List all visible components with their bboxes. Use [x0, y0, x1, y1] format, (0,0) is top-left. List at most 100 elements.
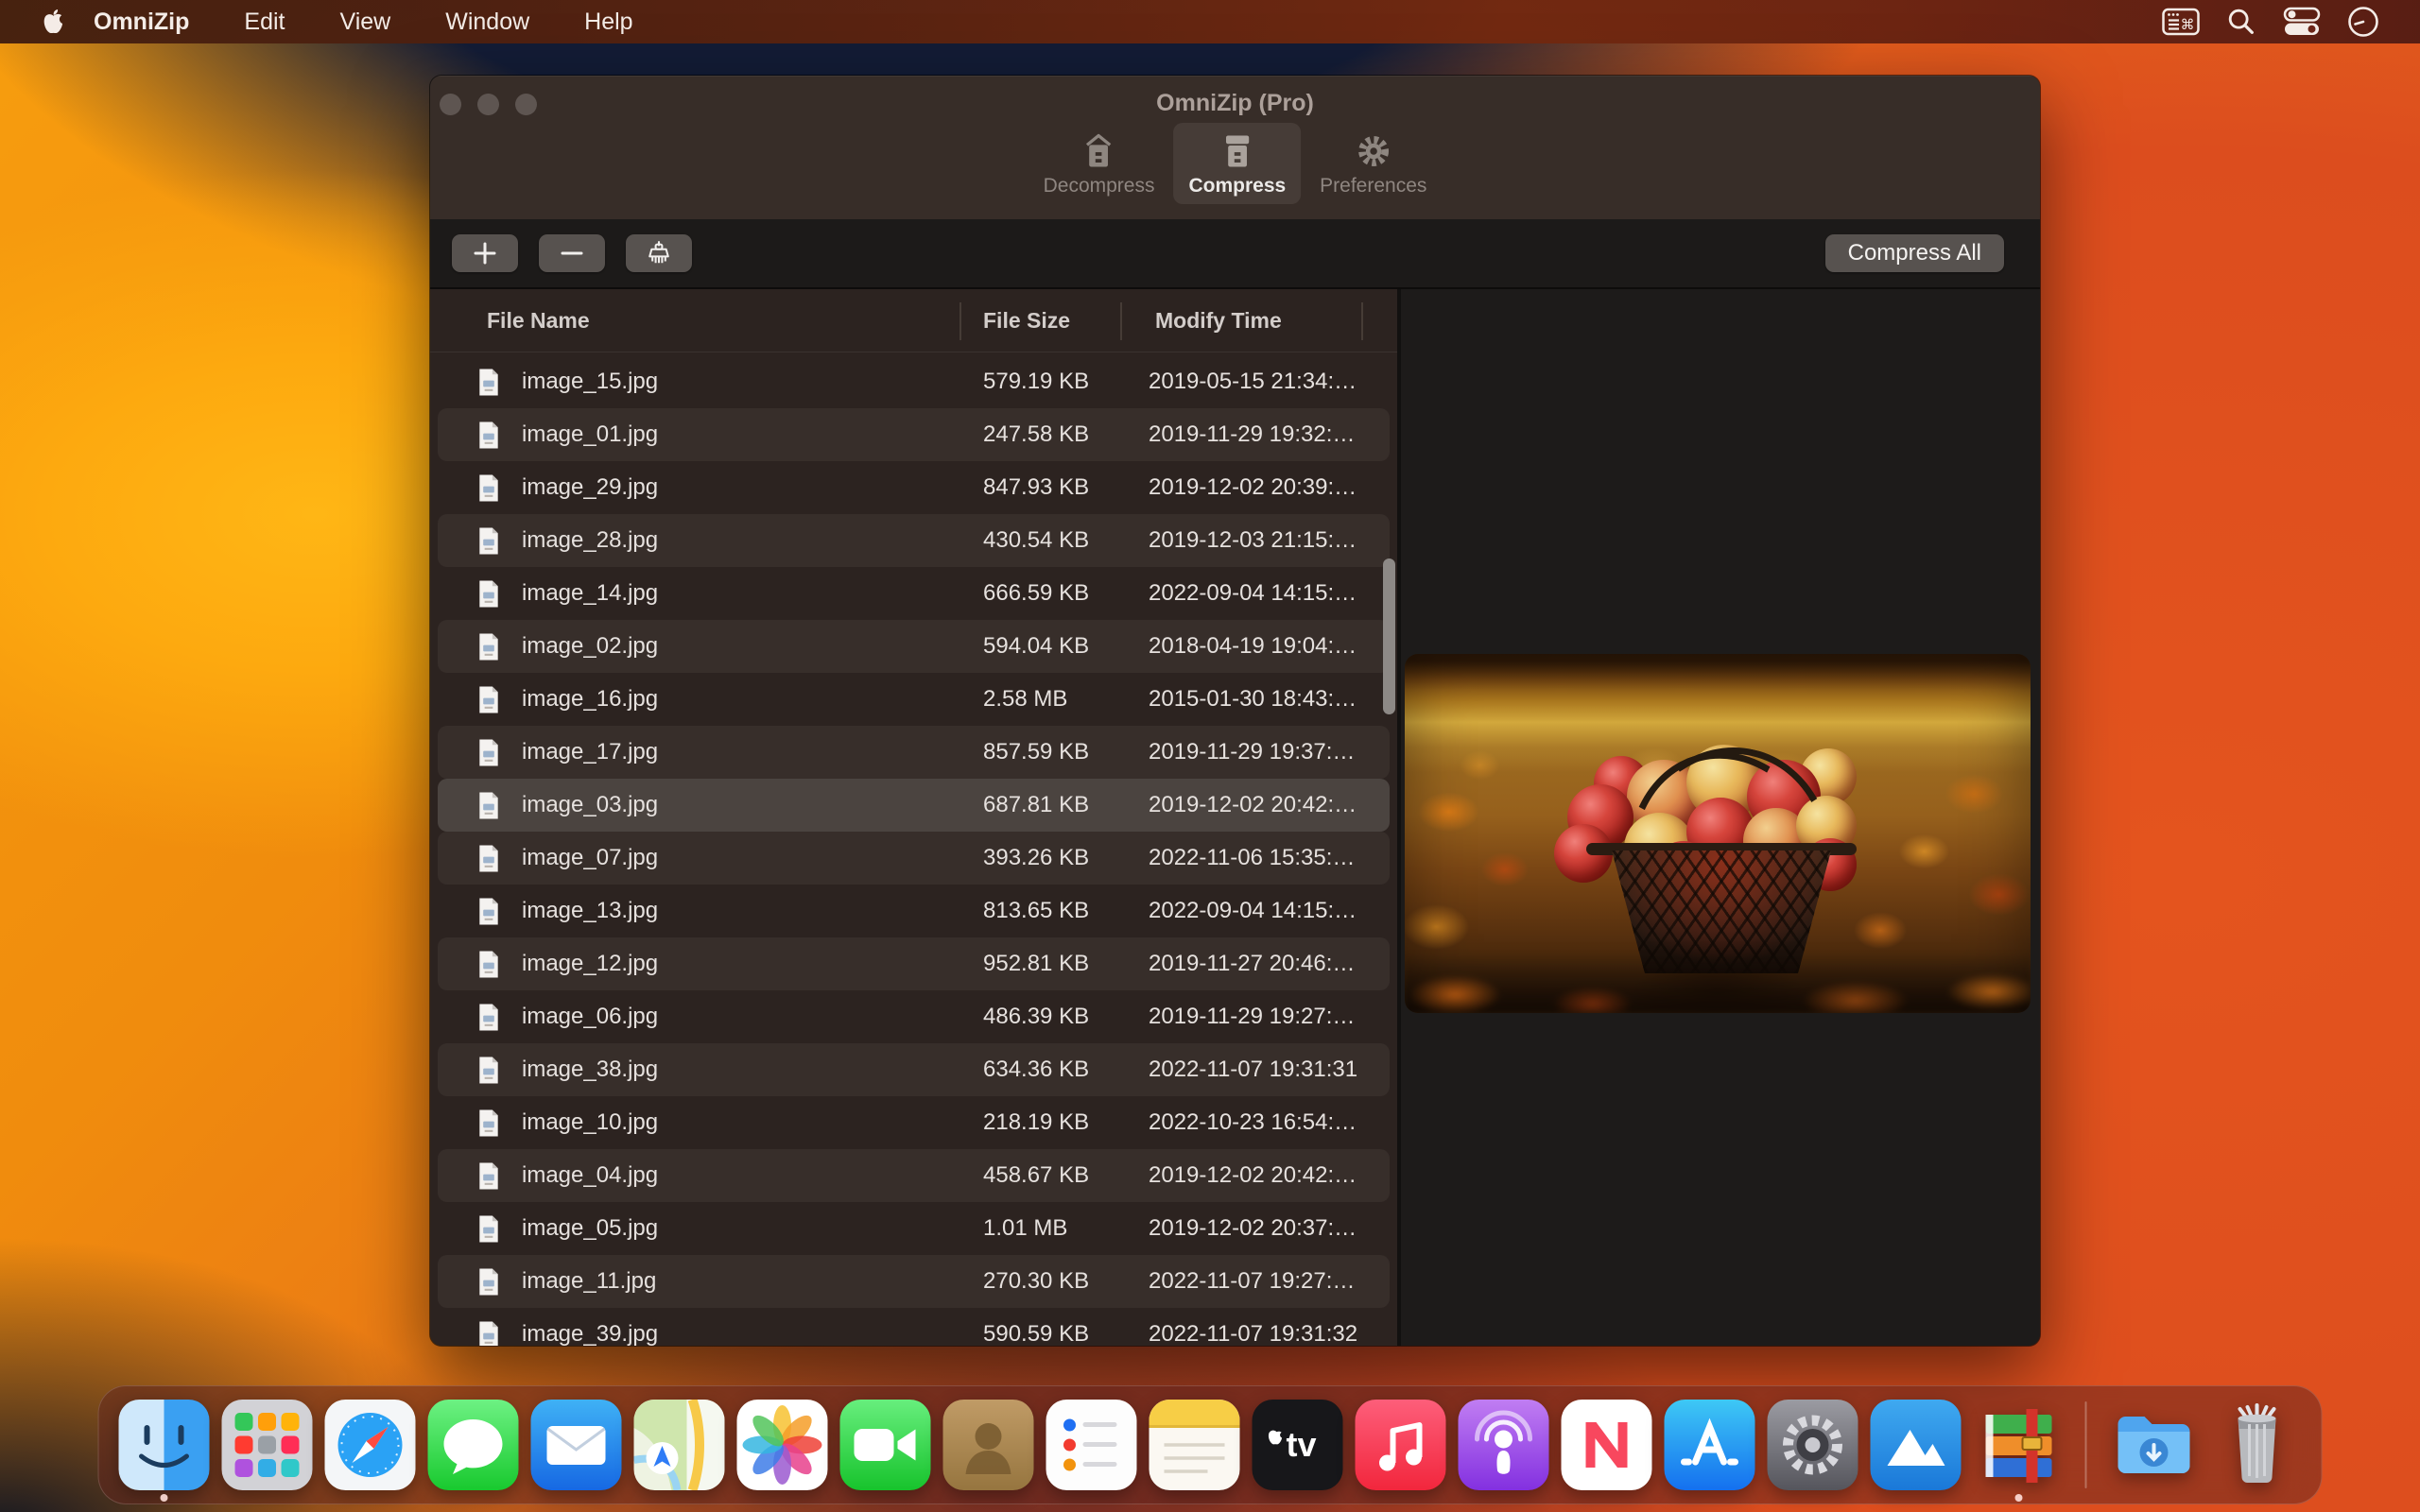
svg-text:tv: tv — [1286, 1425, 1316, 1464]
file-mtime: 2015-01-30 18:43:… — [1149, 673, 1357, 726]
apple-menu-icon[interactable] — [42, 9, 65, 36]
file-mtime: 2022-10-23 16:54:… — [1149, 1096, 1357, 1149]
column-divider[interactable] — [1120, 302, 1122, 340]
control-center-icon[interactable] — [2283, 7, 2321, 37]
menu-item-window[interactable]: Window — [445, 9, 529, 36]
running-indicator — [160, 1494, 167, 1502]
file-mtime: 2019-11-27 20:46:… — [1149, 937, 1355, 990]
dock-downloads-folder-icon[interactable] — [2108, 1400, 2199, 1490]
file-row[interactable]: image_01.jpg247.58 KB2019-11-29 19:32:… — [438, 408, 1390, 461]
file-row[interactable]: image_02.jpg594.04 KB2018-04-19 19:04:… — [438, 620, 1390, 673]
input-source-icon[interactable]: ⌘ — [2162, 8, 2200, 36]
file-size: 458.67 KB — [983, 1149, 1089, 1202]
file-name: image_16.jpg — [522, 673, 658, 726]
tab-preferences[interactable]: Preferences — [1305, 123, 1442, 204]
dock-mail-icon[interactable] — [530, 1400, 621, 1490]
dock-safari-icon[interactable] — [324, 1400, 415, 1490]
file-name: image_07.jpg — [522, 832, 658, 885]
file-mtime: 2019-12-02 20:42:… — [1149, 1149, 1357, 1202]
file-size: 594.04 KB — [983, 620, 1089, 673]
file-row[interactable]: image_03.jpg687.81 KB2019-12-02 20:42:… — [438, 779, 1390, 832]
file-row[interactable]: image_38.jpg634.36 KB2022-11-07 19:31:31 — [438, 1043, 1390, 1096]
file-row[interactable]: image_04.jpg458.67 KB2019-12-02 20:42:… — [438, 1149, 1390, 1202]
file-size: 1.01 MB — [983, 1202, 1067, 1255]
dock-facetime-icon[interactable] — [839, 1400, 930, 1490]
menu-app-name[interactable]: OmniZip — [94, 9, 189, 36]
file-table: File Name File Size Modify Time image_15… — [430, 289, 1397, 1346]
column-file-size[interactable]: File Size — [983, 308, 1070, 334]
file-name: image_14.jpg — [522, 567, 658, 620]
file-row[interactable]: image_10.jpg218.19 KB2022-10-23 16:54:… — [438, 1096, 1390, 1149]
dock-mountains-app-icon[interactable] — [1870, 1400, 1961, 1490]
dock-photos-icon[interactable] — [736, 1400, 827, 1490]
jpeg-file-icon — [476, 950, 501, 979]
file-row[interactable]: image_16.jpg2.58 MB2015-01-30 18:43:… — [438, 673, 1390, 726]
dock-music-icon[interactable] — [1355, 1400, 1445, 1490]
dock-system-settings-icon[interactable] — [1767, 1400, 1858, 1490]
file-size: 270.30 KB — [983, 1255, 1089, 1308]
add-files-button[interactable] — [452, 234, 518, 272]
dock-reminders-icon[interactable] — [1046, 1400, 1136, 1490]
file-size: 218.19 KB — [983, 1096, 1089, 1149]
tab-decompress[interactable]: Decompress — [1028, 123, 1170, 204]
dock-finder-icon[interactable] — [118, 1400, 209, 1490]
file-name: image_29.jpg — [522, 461, 658, 514]
file-name: image_38.jpg — [522, 1043, 658, 1096]
window-titlebar[interactable]: OmniZip (Pro) Decompress Compress — [430, 76, 2040, 220]
decompress-archive-icon — [1079, 130, 1120, 172]
column-modify-time[interactable]: Modify Time — [1155, 308, 1282, 334]
file-mtime: 2019-11-29 19:32:… — [1149, 408, 1355, 461]
column-divider[interactable] — [959, 302, 961, 340]
column-file-name[interactable]: File Name — [487, 308, 590, 334]
file-row[interactable]: image_12.jpg952.81 KB2019-11-27 20:46:… — [438, 937, 1390, 990]
jpeg-file-icon — [476, 1056, 501, 1085]
dock-apple-tv-icon[interactable]: tv — [1252, 1400, 1342, 1490]
menu-item-help[interactable]: Help — [584, 9, 632, 36]
jpeg-file-icon — [476, 421, 501, 450]
jpeg-file-icon — [476, 844, 501, 873]
menu-item-edit[interactable]: Edit — [244, 9, 285, 36]
preview-image-apples — [1405, 654, 2031, 1013]
dock-podcasts-icon[interactable] — [1458, 1400, 1548, 1490]
menu-item-view[interactable]: View — [339, 9, 390, 36]
dock-launchpad-icon[interactable] — [221, 1400, 312, 1490]
file-name: image_15.jpg — [522, 355, 658, 408]
file-row[interactable]: image_28.jpg430.54 KB2019-12-03 21:15:… — [438, 514, 1390, 567]
file-name: image_01.jpg — [522, 408, 658, 461]
tab-compress[interactable]: Compress — [1173, 123, 1301, 204]
file-name: image_17.jpg — [522, 726, 658, 779]
jpeg-file-icon — [476, 526, 501, 556]
file-row[interactable]: image_15.jpg579.19 KB2019-05-15 21:34:… — [438, 355, 1390, 408]
column-divider[interactable] — [1361, 302, 1363, 340]
dock-contacts-icon[interactable] — [942, 1400, 1033, 1490]
jpeg-file-icon — [476, 791, 501, 820]
file-row[interactable]: image_29.jpg847.93 KB2019-12-02 20:39:… — [438, 461, 1390, 514]
clock-icon[interactable] — [2346, 5, 2380, 39]
jpeg-file-icon — [476, 897, 501, 926]
remove-files-button[interactable] — [539, 234, 605, 272]
file-row[interactable]: image_13.jpg813.65 KB2022-09-04 14:15:… — [438, 885, 1390, 937]
file-row[interactable]: image_05.jpg1.01 MB2019-12-02 20:37:… — [438, 1202, 1390, 1255]
dock-maps-icon[interactable] — [633, 1400, 724, 1490]
file-name: image_12.jpg — [522, 937, 658, 990]
dock-trash-icon[interactable] — [2211, 1400, 2302, 1490]
file-name: image_02.jpg — [522, 620, 658, 673]
dock-messages-icon[interactable] — [427, 1400, 518, 1490]
scrollbar-thumb[interactable] — [1383, 558, 1395, 714]
file-row[interactable]: image_07.jpg393.26 KB2022-11-06 15:35:… — [438, 832, 1390, 885]
file-row[interactable]: image_39.jpg590.59 KB2022-11-07 19:31:32 — [438, 1308, 1390, 1346]
compress-all-button[interactable]: Compress All — [1825, 234, 2004, 272]
dock-app-store-icon[interactable] — [1664, 1400, 1754, 1490]
dock-omnizip-archiver-icon[interactable] — [1973, 1400, 2064, 1490]
file-row[interactable]: image_06.jpg486.39 KB2019-11-29 19:27:… — [438, 990, 1390, 1043]
file-row[interactable]: image_17.jpg857.59 KB2019-11-29 19:37:… — [438, 726, 1390, 779]
file-mtime: 2022-11-07 19:27:… — [1149, 1255, 1355, 1308]
spotlight-search-icon[interactable] — [2225, 6, 2257, 38]
file-row[interactable]: image_11.jpg270.30 KB2022-11-07 19:27:… — [438, 1255, 1390, 1308]
file-size: 847.93 KB — [983, 461, 1089, 514]
file-row[interactable]: image_14.jpg666.59 KB2022-09-04 14:15:… — [438, 567, 1390, 620]
dock-notes-icon[interactable] — [1149, 1400, 1239, 1490]
file-mtime: 2022-11-07 19:31:31 — [1149, 1043, 1357, 1096]
dock-news-icon[interactable] — [1561, 1400, 1651, 1490]
clear-list-button[interactable] — [626, 234, 692, 272]
